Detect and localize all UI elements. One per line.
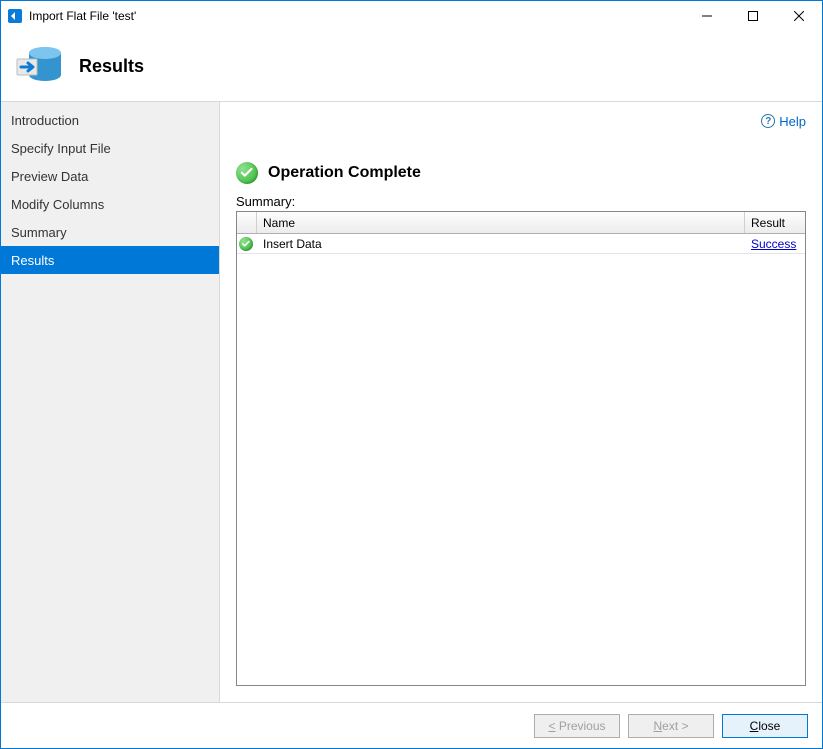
row-result-link[interactable]: Success [751, 237, 796, 251]
row-status-icon-cell [237, 234, 257, 253]
sidebar-item-summary[interactable]: Summary [1, 218, 219, 246]
database-import-icon [15, 41, 65, 91]
sidebar-item-label: Introduction [11, 113, 79, 128]
app-icon [7, 8, 23, 24]
operation-heading: Operation Complete [268, 164, 421, 182]
sidebar-item-preview-data[interactable]: Preview Data [1, 162, 219, 190]
previous-button: < Previous [534, 714, 620, 738]
row-name: Insert Data [257, 234, 745, 253]
sidebar-item-label: Summary [11, 225, 67, 240]
help-link[interactable]: ? Help [761, 114, 806, 129]
previous-button-label: < Previous [548, 719, 605, 733]
grid-header-name[interactable]: Name [257, 212, 745, 233]
maximize-button[interactable] [730, 1, 776, 31]
sidebar-item-modify-columns[interactable]: Modify Columns [1, 190, 219, 218]
table-row: Insert Data Success [237, 234, 805, 254]
window-title: Import Flat File 'test' [29, 9, 136, 23]
sidebar-item-specify-input-file[interactable]: Specify Input File [1, 134, 219, 162]
sidebar-item-label: Preview Data [11, 169, 88, 184]
next-button-label: Next > [653, 719, 688, 733]
wizard-footer: < Previous Next > Close [1, 702, 822, 748]
summary-label: Summary: [236, 194, 806, 209]
close-window-button[interactable] [776, 1, 822, 31]
sidebar-item-introduction[interactable]: Introduction [1, 106, 219, 134]
sidebar-item-label: Results [11, 253, 54, 268]
wizard-main: ? Help Operation Complete Summary: Name … [220, 102, 822, 702]
sidebar-item-label: Modify Columns [11, 197, 104, 212]
grid-header-result[interactable]: Result [745, 212, 805, 233]
help-label: Help [779, 114, 806, 129]
success-icon [236, 162, 258, 184]
wizard-steps-sidebar: Introduction Specify Input File Preview … [1, 102, 220, 702]
wizard-header: Results [1, 31, 822, 101]
window-controls [684, 1, 822, 31]
close-button-label: Close [750, 719, 781, 733]
titlebar: Import Flat File 'test' [1, 1, 822, 31]
sidebar-item-label: Specify Input File [11, 141, 111, 156]
minimize-button[interactable] [684, 1, 730, 31]
row-result-cell: Success [745, 234, 805, 253]
sidebar-item-results[interactable]: Results [1, 246, 219, 274]
help-icon: ? [761, 114, 775, 128]
page-title: Results [79, 56, 144, 77]
close-button[interactable]: Close [722, 714, 808, 738]
success-icon [239, 237, 253, 251]
summary-grid: Name Result Insert Data Success [236, 211, 806, 686]
next-button: Next > [628, 714, 714, 738]
grid-header: Name Result [237, 212, 805, 234]
grid-header-icon-col[interactable] [237, 212, 257, 233]
